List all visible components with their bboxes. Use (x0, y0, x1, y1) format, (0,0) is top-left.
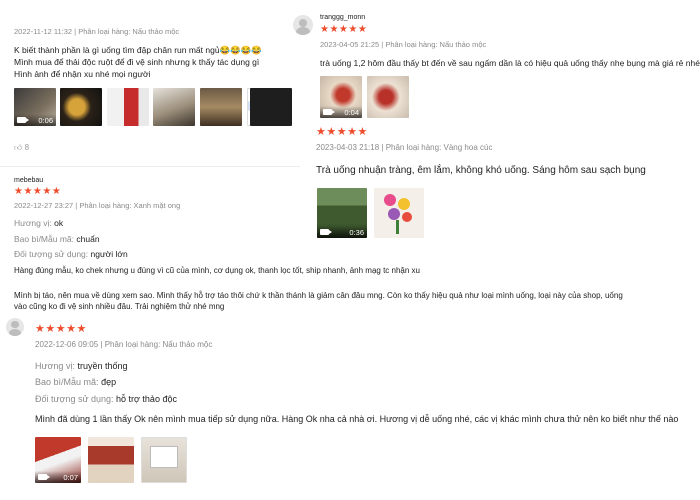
attribute-value: đẹp (101, 377, 117, 387)
review-text: trà uống 1,2 hôm đầu thấy bt đến về sau … (320, 58, 700, 68)
review-image-thumbnail[interactable] (250, 88, 292, 126)
attribute-value: ok (54, 218, 64, 228)
attribute-row: Hương vị: truyền thống (35, 358, 128, 374)
review-text-line: Hình ảnh để nhận xu nhé mọi người (14, 69, 151, 79)
attribute-value: truyền thống (77, 361, 128, 371)
review-image-thumbnail[interactable] (141, 437, 187, 483)
like-button[interactable]: 👍︎ 8 (14, 143, 29, 153)
review-video-thumbnail[interactable]: 0:07 (35, 437, 81, 483)
attribute-value: hỗ trợ thảo độc (116, 394, 177, 404)
attribute-row: Đối tượng sử dụng: người lớn (14, 246, 128, 262)
username: tranggg_monn (320, 14, 366, 21)
avatar (293, 15, 313, 35)
attribute-key: Đối tượng sử dụng: (14, 249, 89, 259)
divider (0, 166, 300, 167)
review-meta: 2022-12-27 23:27 | Phân loại hàng: Xanh … (14, 201, 181, 210)
review-text-line: vào cũng ko đi vệ sinh nhiều đâu. Trải n… (14, 302, 225, 311)
review-image-thumbnail[interactable] (374, 188, 424, 238)
review-meta: 2022-11-12 11:32 | Phân loại hàng: Nấu t… (14, 27, 180, 36)
thumbs-up-icon: 👍︎ (14, 143, 23, 152)
attribute-key: Hương vị: (14, 218, 52, 228)
video-duration: 0:36 (349, 227, 364, 237)
review-image-thumbnail[interactable] (367, 76, 409, 118)
attribute-row: Đối tượng sử dụng: hỗ trợ thảo độc (35, 391, 177, 407)
attribute-row: Bao bì/Mẫu mã: chuẩn (14, 231, 100, 247)
attribute-value: chuẩn (76, 234, 100, 244)
video-duration: 0:07 (63, 472, 78, 482)
username: mebebau (14, 177, 44, 184)
attribute-key: Bao bì/Mẫu mã: (35, 377, 99, 387)
review-image-thumbnail[interactable] (60, 88, 102, 126)
review-video-thumbnail[interactable]: 0:04 (320, 76, 362, 118)
video-camera-icon (323, 109, 335, 115)
review-image-thumbnail[interactable] (200, 88, 242, 126)
attribute-value: người lớn (90, 249, 128, 259)
review-meta: 2023-04-05 21:25 | Phân loại hàng: Nấu t… (320, 40, 487, 49)
video-camera-icon (38, 474, 50, 480)
attribute-row: Bao bì/Mẫu mã: đẹp (35, 374, 116, 390)
review-video-thumbnail[interactable]: 0:06 (14, 88, 56, 126)
rating-stars: ★★★★★ (316, 126, 368, 138)
review-text: Trà uống nhuận tràng, êm lắm, không khó … (316, 165, 646, 176)
review-image-thumbnail[interactable] (153, 88, 195, 126)
video-duration: 0:06 (38, 115, 53, 125)
review-meta: 2022-12-06 09:05 | Phân loại hàng: Nấu t… (35, 340, 213, 349)
review-text-line: K biết thành phần là gì uống tìm đập châ… (14, 45, 262, 55)
review-image-thumbnail[interactable] (88, 437, 134, 483)
attribute-key: Đối tượng sử dụng: (35, 394, 114, 404)
rating-stars: ★★★★★ (320, 24, 368, 35)
video-camera-icon (320, 229, 332, 235)
avatar (6, 318, 24, 336)
review-text-line: Hàng đúng mẫu, ko chek nhưng u đúng vì c… (14, 266, 420, 275)
attribute-key: Bao bì/Mẫu mã: (14, 234, 75, 244)
review-video-thumbnail[interactable]: 0:36 (317, 188, 367, 238)
review-text: Mình đã dùng 1 lần thấy Ok nên mình mua … (35, 414, 679, 424)
attribute-key: Hương vị: (35, 361, 75, 371)
rating-stars: ★★★★★ (35, 323, 87, 335)
attribute-row: Hương vị: ok (14, 215, 63, 231)
like-count: 8 (24, 143, 30, 152)
video-duration: 0:04 (344, 107, 359, 117)
review-image-thumbnail[interactable] (107, 88, 149, 126)
rating-stars: ★★★★★ (14, 186, 62, 197)
review-text-line: Mình mua để thải độc ruột để đi vệ sinh … (14, 57, 260, 67)
video-camera-icon (17, 117, 29, 123)
review-meta: 2023-04-03 21:18 | Phân loại hàng: Vàng … (316, 143, 493, 152)
